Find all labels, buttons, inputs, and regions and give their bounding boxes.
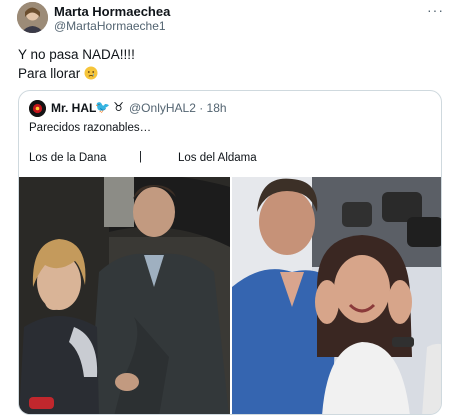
label-separator: | bbox=[139, 151, 142, 163]
quoted-tweet-text: Parecidos razonables… bbox=[29, 122, 152, 134]
quoted-author-avatar[interactable] bbox=[29, 100, 46, 117]
tweet[interactable]: Marta Hormaechea @MartaHormaeche1 ··· Y … bbox=[0, 0, 449, 417]
image-label-right: Los del Aldama bbox=[178, 152, 257, 164]
photo-right[interactable] bbox=[232, 177, 441, 414]
author-avatar[interactable] bbox=[17, 2, 48, 33]
photo-left[interactable] bbox=[19, 177, 230, 414]
tweet-text-line1: Y no pasa NADA!!!! bbox=[18, 47, 135, 62]
quoted-author-badge-icons: 🐦 ♉ bbox=[95, 100, 125, 114]
author-handle[interactable]: @MartaHormaeche1 bbox=[54, 19, 166, 33]
tweet-text-line2-wrap: Para llorar bbox=[18, 64, 135, 83]
quoted-author-handle[interactable]: @OnlyHAL2 · 18h bbox=[129, 101, 227, 115]
more-options-button[interactable]: ··· bbox=[427, 2, 444, 18]
tweet-text: Y no pasa NADA!!!! Para llorar bbox=[18, 45, 135, 83]
image-label-left: Los de la Dana bbox=[29, 152, 107, 164]
tweet-text-line2: Para llorar bbox=[18, 66, 81, 81]
quoted-tweet[interactable]: Mr. HAL 🐦 ♉ @OnlyHAL2 · 18h Parecidos ra… bbox=[18, 90, 442, 415]
quoted-author-name[interactable]: Mr. HAL bbox=[51, 101, 96, 115]
crying-face-emoji-icon bbox=[84, 66, 98, 80]
author-name[interactable]: Marta Hormaechea bbox=[54, 4, 170, 19]
